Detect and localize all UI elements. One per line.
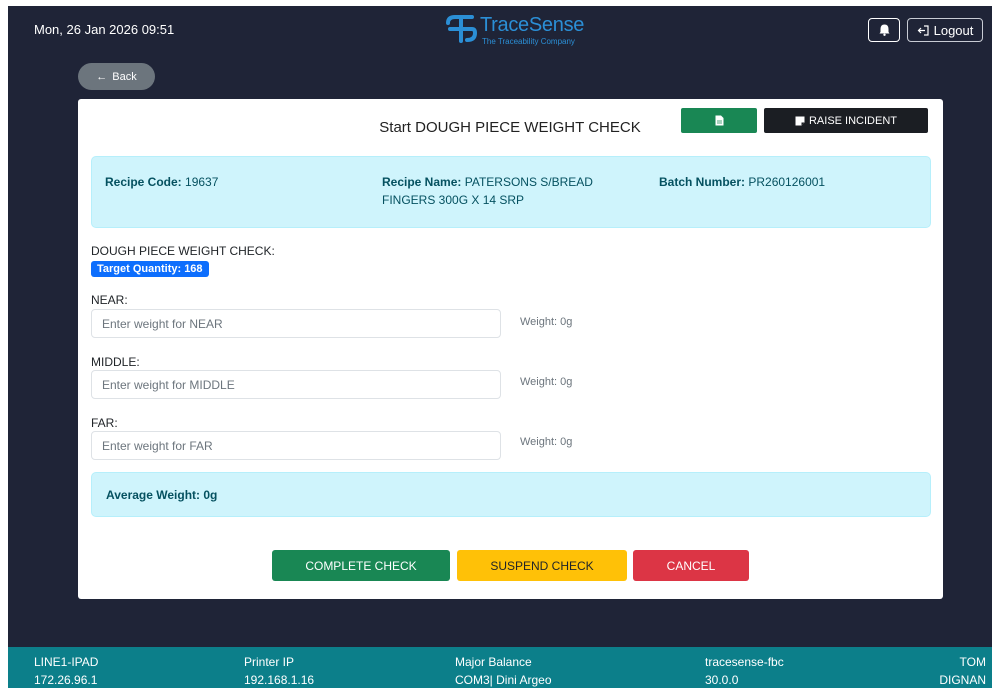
recipe-name: Recipe Name: PATERSONS S/BREAD FINGERS 3…: [382, 173, 622, 209]
middle-weight-input[interactable]: [91, 370, 501, 399]
complete-check-button[interactable]: COMPLETE CHECK: [272, 550, 450, 581]
logout-icon: [917, 24, 929, 36]
server-name: tracesense-fbc: [705, 655, 784, 669]
recipe-info-box: Recipe Code: 19637 Recipe Name: PATERSON…: [91, 156, 931, 228]
balance-value: COM3| Dini Argeo: [455, 673, 552, 687]
balance-label: Major Balance: [455, 655, 532, 669]
footer-balance: Major Balance COM3| Dini Argeo: [455, 653, 552, 688]
cancel-button[interactable]: CANCEL: [633, 550, 749, 581]
printer-ip: 192.168.1.16: [244, 673, 315, 687]
near-weight-readout: Weight: 0g: [520, 316, 573, 328]
footer-server: tracesense-fbc 30.0.0: [705, 653, 784, 688]
section-label: DOUGH PIECE WEIGHT CHECK:: [91, 244, 275, 258]
footer-printer: Printer IP 192.168.1.16: [244, 653, 314, 688]
recipe-code-label: Recipe Code:: [105, 175, 182, 189]
back-label: Back: [112, 70, 137, 83]
near-label: NEAR:: [91, 293, 128, 307]
far-weight-readout: Weight: 0g: [520, 436, 573, 448]
bell-icon: [879, 24, 889, 36]
average-weight-box: Average Weight: 0g: [91, 472, 931, 517]
server-version: 30.0.0: [705, 673, 739, 687]
logout-button[interactable]: Logout: [907, 18, 983, 42]
logo-icon: [446, 15, 478, 43]
middle-label: MIDDLE:: [91, 355, 140, 369]
check-card: Start DOUGH PIECE WEIGHT CHECK RAISE INC…: [78, 99, 943, 599]
datetime: Mon, 26 Jan 2026 09:51: [34, 22, 175, 37]
suspend-check-button[interactable]: SUSPEND CHECK: [457, 550, 627, 581]
target-quantity-badge: Target Quantity: 168: [91, 261, 209, 277]
device-name: LINE1-IPAD: [34, 655, 99, 669]
far-label: FAR:: [91, 416, 118, 430]
batch-number: Batch Number: PR260126001: [659, 173, 919, 191]
notifications-button[interactable]: [868, 18, 900, 42]
user-first-name: TOM: [959, 655, 986, 669]
near-weight-input[interactable]: [91, 309, 501, 338]
logo-tagline: The Traceability Company: [482, 37, 575, 46]
back-button[interactable]: ← Back: [78, 63, 155, 90]
app-screen: Mon, 26 Jan 2026 09:51 TraceSense The Tr…: [8, 6, 992, 688]
recipe-code-value: 19637: [185, 175, 219, 189]
batch-number-label: Batch Number:: [659, 175, 746, 189]
logo-name: TraceSense: [480, 14, 585, 36]
arrow-left-icon: ←: [96, 70, 108, 83]
document-icon: [715, 115, 723, 126]
recipe-code: Recipe Code: 19637: [105, 173, 365, 191]
logo: TraceSense The Traceability Company: [444, 14, 594, 48]
printer-label: Printer IP: [244, 655, 295, 669]
logout-label: Logout: [933, 22, 974, 38]
document-button[interactable]: [681, 108, 757, 133]
raise-incident-button[interactable]: RAISE INCIDENT: [764, 108, 928, 133]
user-last-name: DIGNAN: [939, 673, 986, 687]
middle-weight-readout: Weight: 0g: [520, 376, 573, 388]
device-ip: 172.26.96.1: [34, 673, 98, 687]
average-weight: Average Weight: 0g: [106, 488, 218, 502]
status-footer: LINE1-IPAD 172.26.96.1 Printer IP 192.16…: [8, 647, 992, 688]
footer-user: TOM DIGNAN: [939, 653, 986, 688]
far-weight-input[interactable]: [91, 431, 501, 460]
recipe-name-label: Recipe Name:: [382, 175, 462, 189]
incident-icon: [795, 116, 805, 125]
raise-incident-label: RAISE INCIDENT: [808, 114, 897, 127]
footer-device: LINE1-IPAD 172.26.96.1: [34, 653, 98, 688]
batch-number-value: PR260126001: [748, 175, 826, 189]
